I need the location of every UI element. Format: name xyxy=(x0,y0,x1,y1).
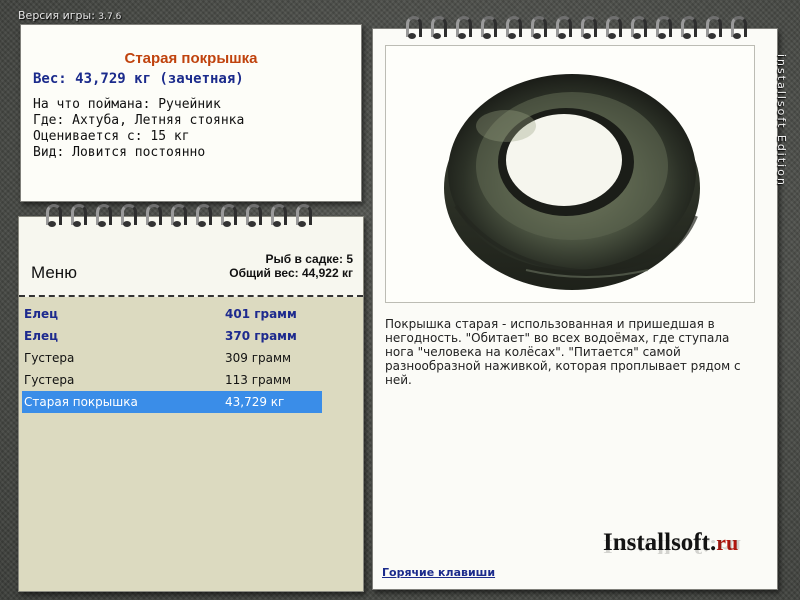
tire-image xyxy=(444,74,700,290)
ring-icon xyxy=(295,204,312,228)
detail-spiral-rings xyxy=(405,16,755,40)
ring-icon xyxy=(145,204,162,228)
ring-icon xyxy=(705,16,722,40)
catch-bait: На что поймана: Ручейник xyxy=(33,97,221,112)
ring-icon xyxy=(70,204,87,228)
catch-image xyxy=(385,45,755,303)
menu-button[interactable]: Меню xyxy=(31,263,77,283)
ring-icon xyxy=(455,16,472,40)
ring-icon xyxy=(220,204,237,228)
logo-reflection: Installsoft.ru xyxy=(603,535,742,557)
ring-icon xyxy=(680,16,697,40)
ring-icon xyxy=(630,16,647,40)
list-item[interactable]: Густера 113 грамм xyxy=(22,369,322,391)
ring-icon xyxy=(580,16,597,40)
list-item[interactable]: Елец 401 грамм xyxy=(22,303,322,325)
item-name: Елец xyxy=(24,329,59,343)
ring-icon xyxy=(555,16,572,40)
version-number: 3.7.6 xyxy=(98,12,122,22)
catch-description: Покрышка старая - использованная и прише… xyxy=(385,317,741,387)
ring-icon xyxy=(170,204,187,228)
item-name: Елец xyxy=(24,307,59,321)
catch-min-weight: Оценивается с: 15 кг xyxy=(33,129,190,144)
menu-spiral-rings xyxy=(45,204,320,228)
item-weight: 370 грамм xyxy=(225,329,297,343)
ring-icon xyxy=(45,204,62,228)
catch-type: Вид: Ловится постоянно xyxy=(33,145,206,160)
vertical-edition-label: installsoft Edition xyxy=(775,54,788,187)
ring-icon xyxy=(605,16,622,40)
hotkeys-link[interactable]: Горячие клавиши xyxy=(382,566,495,579)
item-name: Старая покрышка xyxy=(24,395,138,409)
version-label: Версия игры: 3.7.6 xyxy=(18,9,122,22)
total-weight: Общий вес: 44,922 кг xyxy=(229,266,353,280)
ring-icon xyxy=(505,16,522,40)
catch-weight: Вес: 43,729 кг (зачетная) xyxy=(33,71,244,87)
ring-icon xyxy=(195,204,212,228)
ring-icon xyxy=(405,16,422,40)
ring-icon xyxy=(480,16,497,40)
list-item[interactable]: Елец 370 грамм xyxy=(22,325,322,347)
catch-list: Елец 401 грамм Елец 370 грамм Густера 309 г… xyxy=(22,303,322,413)
menu-header: Меню Рыб в садке: 5 Общий вес: 44,922 кг xyxy=(19,217,363,297)
detail-notebook: Покрышка старая - использованная и прише… xyxy=(372,28,778,590)
catch-info-card: Старая покрышка Вес: 43,729 кг (зачетная… xyxy=(20,24,362,202)
item-weight: 401 грамм xyxy=(225,307,297,321)
item-weight: 43,729 кг xyxy=(225,395,285,409)
fish-count: Рыб в садке: 5 xyxy=(265,252,353,266)
ring-icon xyxy=(730,16,747,40)
item-name: Густера xyxy=(24,373,75,387)
ring-icon xyxy=(95,204,112,228)
item-weight: 309 грамм xyxy=(225,351,292,365)
catch-location: Где: Ахтуба, Летняя стоянка xyxy=(33,113,245,128)
ring-icon xyxy=(430,16,447,40)
ring-icon xyxy=(270,204,287,228)
ring-icon xyxy=(245,204,262,228)
item-name: Густера xyxy=(24,351,75,365)
item-weight: 113 грамм xyxy=(225,373,292,387)
list-item-selected[interactable]: Старая покрышка 43,729 кг xyxy=(22,391,322,413)
ring-icon xyxy=(655,16,672,40)
ring-icon xyxy=(120,204,137,228)
menu-notebook: Меню Рыб в садке: 5 Общий вес: 44,922 кг… xyxy=(18,216,364,592)
ring-icon xyxy=(530,16,547,40)
catch-title: Старая покрышка xyxy=(124,50,258,67)
list-item[interactable]: Густера 309 грамм xyxy=(22,347,322,369)
